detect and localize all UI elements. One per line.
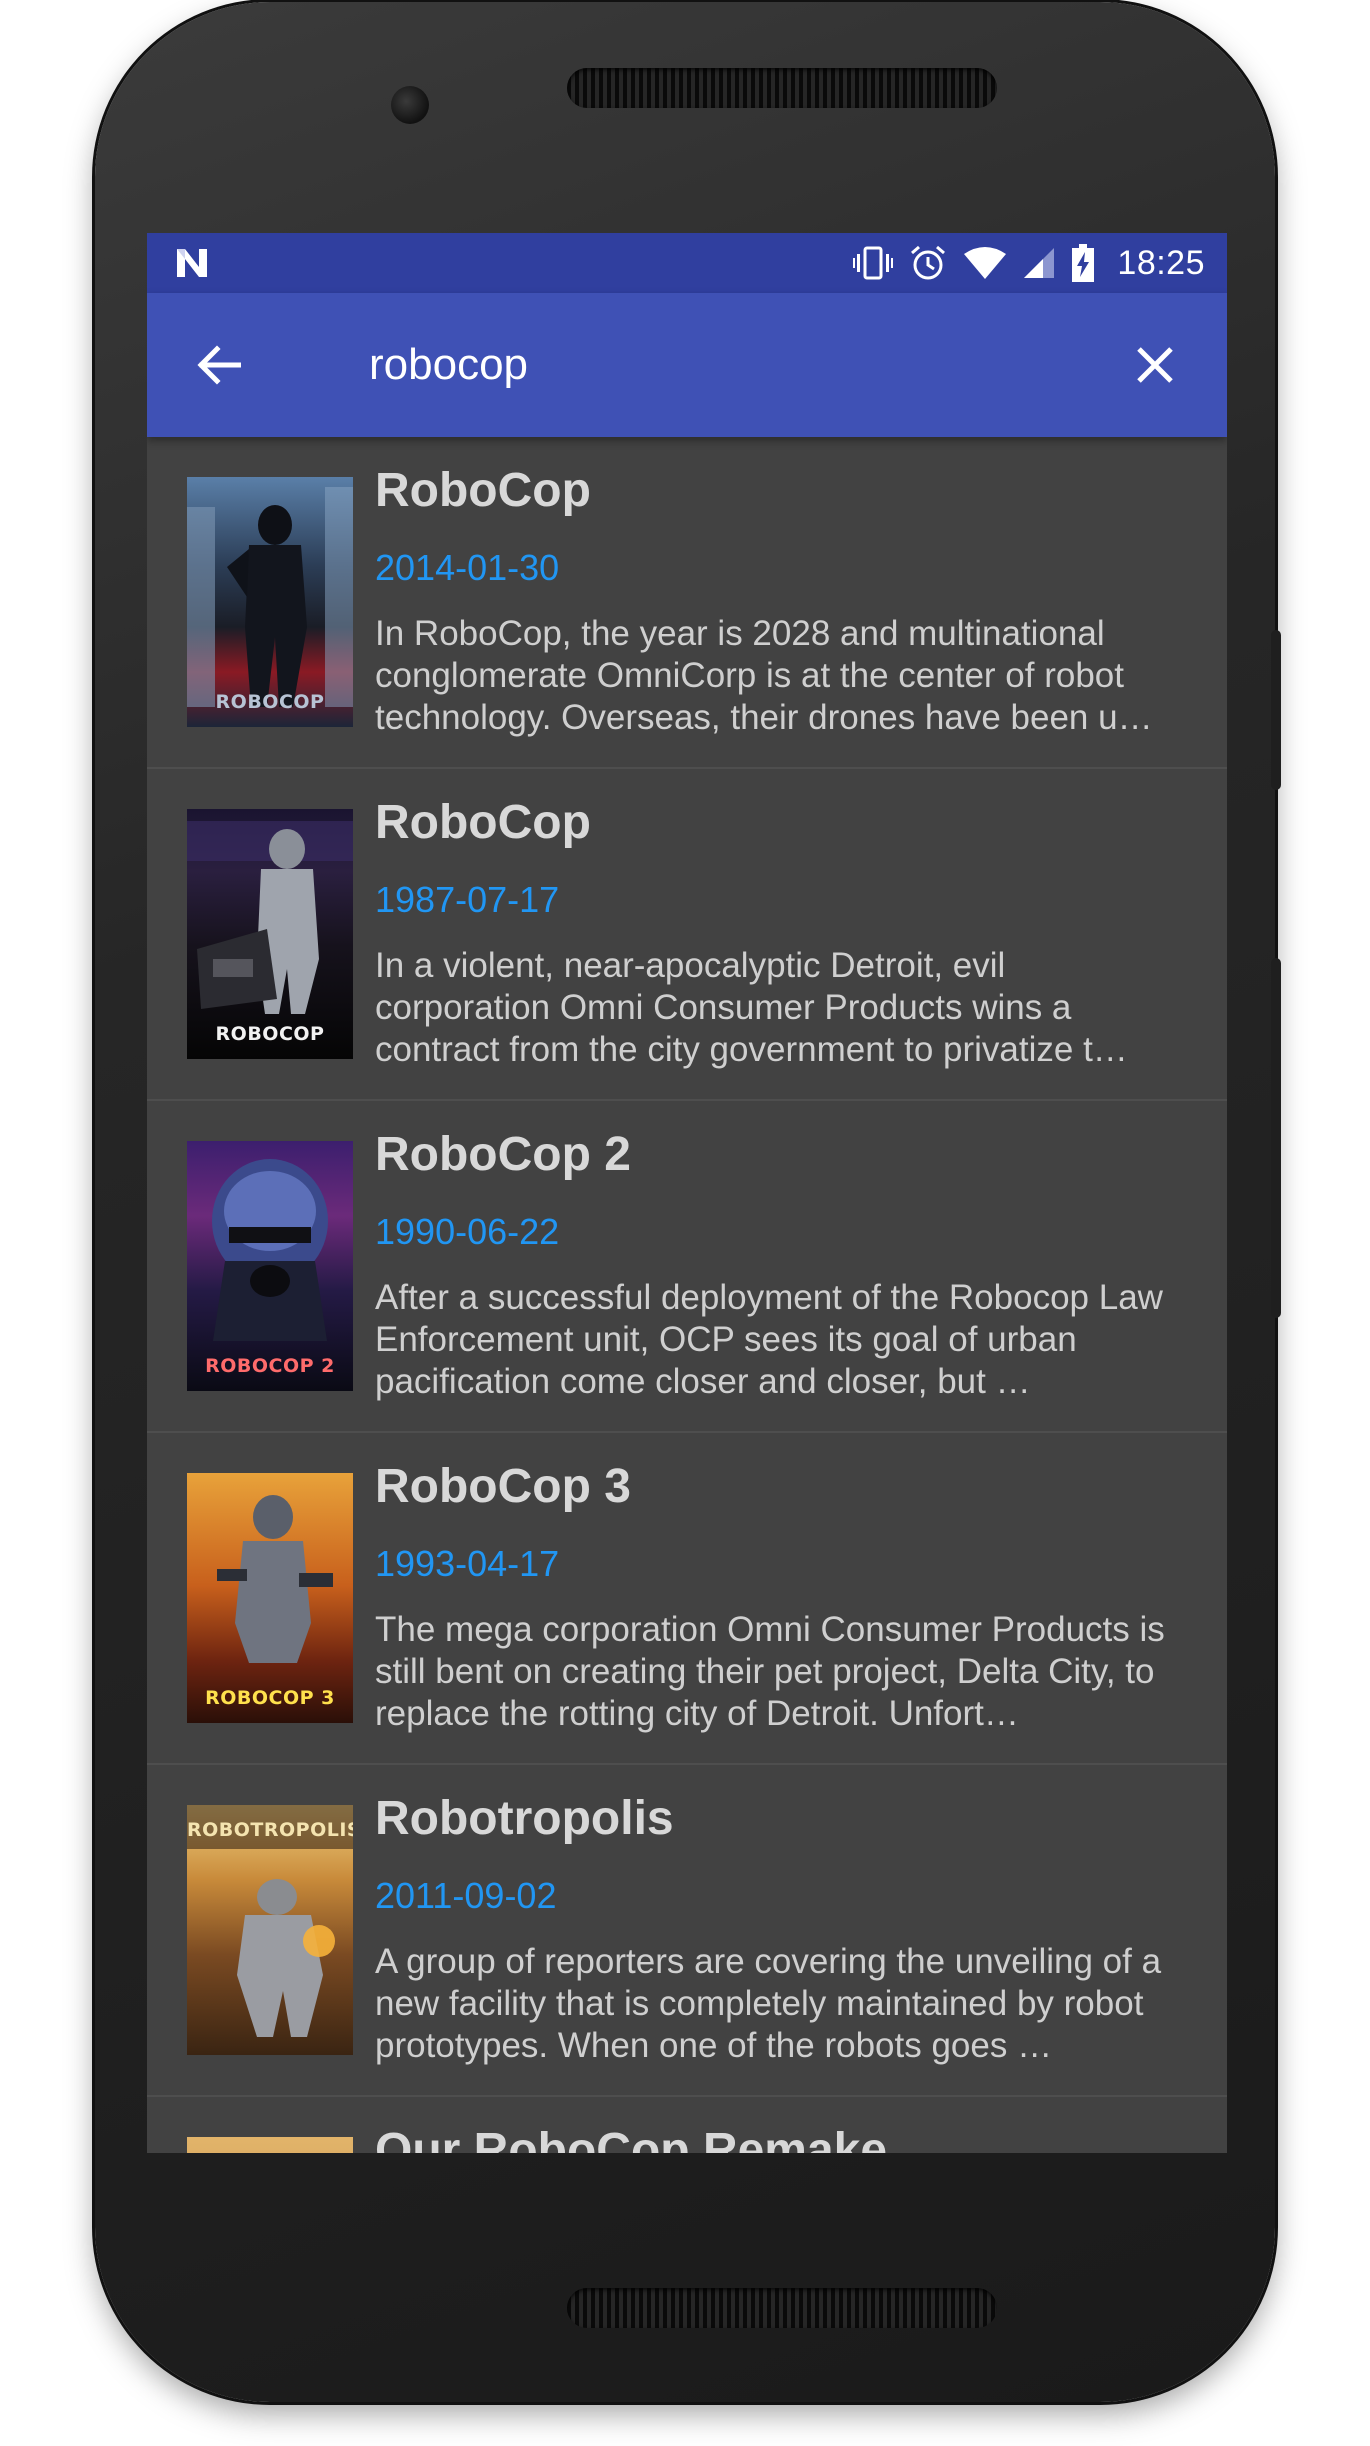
clear-search-button[interactable]	[1123, 333, 1187, 397]
movie-title: RoboCop 3	[375, 1460, 631, 1513]
poster-caption: ROBOCOP	[215, 691, 325, 713]
vibrate-icon	[853, 246, 894, 280]
movie-overview: In RoboCop, the year is 2028 and multina…	[375, 614, 1153, 737]
cell-signal-icon	[1024, 248, 1055, 278]
movie-poster: ROBOCOP 2	[187, 1141, 353, 1391]
front-camera	[391, 86, 429, 124]
status-icons: 18:25	[853, 233, 1205, 293]
poster-caption: ROBOCOP	[215, 1023, 325, 1045]
list-item[interactable]: ROBOCOP 3 RoboCop 3 1993-04-17 The mega …	[147, 1433, 1227, 1765]
poster-caption: ROBOCOP 3	[205, 1687, 335, 1709]
poster-figure	[187, 821, 353, 1014]
movie-title: RoboCop 2	[375, 1128, 631, 1181]
release-date: 1993-04-17	[375, 1543, 560, 1584]
release-date: 1987-07-17	[375, 879, 560, 920]
status-bar: 18:25	[147, 233, 1227, 293]
alarm-icon	[911, 245, 946, 280]
movie-overview: After a successful deployment of the Rob…	[375, 1278, 1163, 1401]
power-button	[1271, 630, 1281, 790]
movie-poster: ROBOCOP	[187, 809, 353, 1059]
movie-title: RoboCop	[375, 464, 591, 517]
poster-figure	[212, 1159, 328, 1341]
top-speaker-grille	[567, 68, 997, 108]
movie-title: Our RoboCop Remake	[375, 2124, 888, 2153]
wifi-icon	[964, 247, 1007, 279]
arrow-back-icon	[197, 345, 241, 385]
movie-poster: ROBOCOP	[187, 477, 353, 727]
movie-overview: The mega corporation Omni Consumer Produ…	[375, 1610, 1165, 1733]
back-button[interactable]	[187, 333, 251, 397]
release-date: 1990-06-22	[375, 1211, 560, 1252]
phone-screen: 18:25 ROBOCOP	[147, 233, 1227, 2153]
list-item[interactable]: ROBOCOP RoboCop 2014-01-30 In RoboCop, t…	[147, 437, 1227, 769]
battery-charging-icon	[1072, 244, 1095, 282]
bottom-speaker-grille	[567, 2288, 997, 2328]
poster-figure	[217, 1495, 333, 1663]
movie-title: RoboCop	[375, 796, 591, 849]
poster-figure	[187, 1805, 353, 2037]
list-item[interactable]: ROBOCOP 2 RoboCop 2 1990-06-22 After a s…	[147, 1101, 1227, 1433]
close-icon	[1137, 347, 1173, 383]
poster-caption: ROBOCOP 2	[205, 1355, 335, 1377]
volume-rocker	[1271, 958, 1281, 1318]
movie-title: Robotropolis	[375, 1792, 674, 1845]
n-logo-icon	[177, 249, 207, 277]
movie-overview: In a violent, near-apocalyptic Detroit, …	[375, 946, 1128, 1069]
search-input[interactable]	[369, 333, 969, 397]
poster-caption: ROBOTROPOLIS	[187, 1819, 353, 1841]
status-clock: 18:25	[1117, 243, 1205, 282]
release-date: 2014-01-30	[375, 547, 560, 588]
search-toolbar	[147, 293, 1227, 437]
poster-figure	[187, 487, 353, 707]
movie-overview: A group of reporters are covering the un…	[375, 1942, 1162, 2065]
movie-poster: ROBOCOP 3	[187, 1473, 353, 1723]
search-results-list[interactable]: ROBOCOP RoboCop 2014-01-30 In RoboCop, t…	[147, 437, 1227, 2153]
list-item[interactable]: Our RoboCop Remake	[147, 2097, 1227, 2153]
list-item[interactable]: ROBOTROPOLIS Robotropolis 2011-09-02 A g…	[147, 1765, 1227, 2097]
movie-poster	[187, 2137, 353, 2153]
list-item[interactable]: ROBOCOP RoboCop 1987-07-17 In a violent,…	[147, 769, 1227, 1101]
release-date: 2011-09-02	[375, 1875, 557, 1916]
movie-poster: ROBOTROPOLIS	[187, 1805, 353, 2055]
